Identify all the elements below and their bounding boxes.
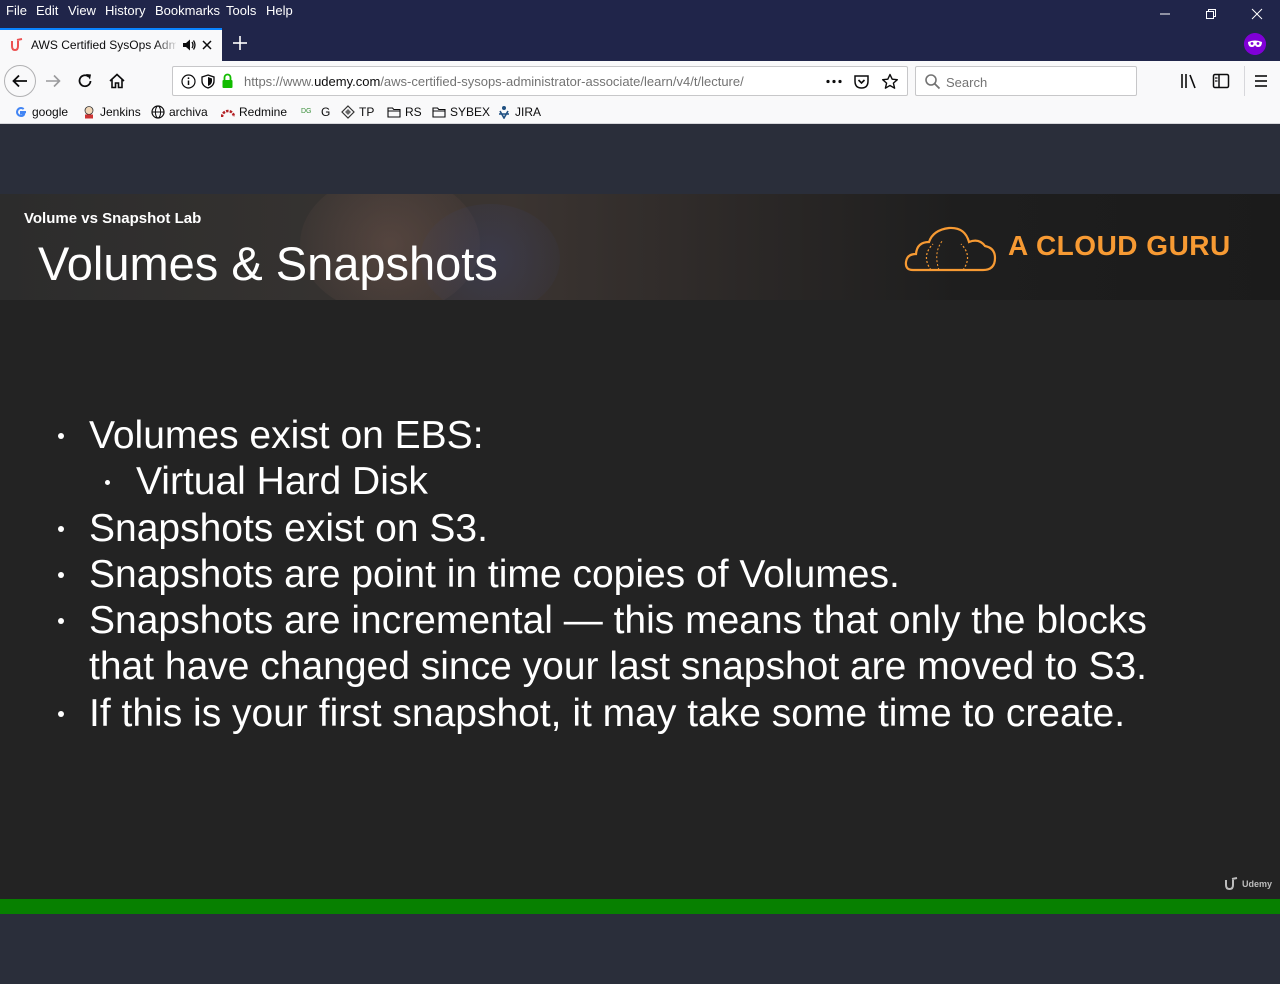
bookmark-rs[interactable]: RS — [387, 103, 422, 121]
sidebar-icon[interactable] — [1212, 72, 1231, 90]
menu-file[interactable]: File — [6, 3, 27, 18]
bullet-dot — [58, 618, 64, 624]
navigation-toolbar: https://www.udemy.com/aws-certified-syso… — [0, 61, 1280, 101]
bullet-dot — [58, 711, 64, 717]
url-domain: udemy.com — [314, 74, 381, 89]
menu-bar: File Edit View History Bookmarks Tools H… — [0, 0, 1280, 25]
url-prefix: https://www. — [244, 74, 315, 89]
tab-udemy-course[interactable]: AWS Certified SysOps Administrator — [0, 28, 222, 61]
bullet-item-continued: that have changed since your last snapsh… — [89, 645, 1147, 688]
private-mask-icon[interactable] — [1244, 33, 1266, 55]
google-icon — [16, 107, 26, 118]
tracking-shield-icon[interactable] — [201, 74, 215, 89]
folder-icon — [432, 107, 446, 118]
diamond-icon — [341, 105, 355, 119]
udemy-icon — [11, 38, 23, 52]
bookmark-label: SYBEX — [450, 105, 491, 119]
url-path: /aws-certified-sysops-administrator-asso… — [380, 74, 744, 89]
bullet-item: Volumes exist on EBS: — [89, 414, 484, 457]
speaker-icon[interactable] — [181, 37, 197, 53]
udemy-logo-icon — [1225, 877, 1238, 891]
bookmark-label: G — [321, 105, 331, 119]
bullet-dot — [58, 526, 64, 532]
url-bar[interactable]: https://www.udemy.com/aws-certified-syso… — [172, 66, 908, 96]
bookmark-redmine[interactable]: Redmine — [221, 103, 287, 121]
url-text[interactable]: https://www.udemy.com/aws-certified-syso… — [244, 74, 790, 89]
bookmark-jenkins[interactable]: Jenkins — [82, 103, 141, 121]
slide-bullets: Volumes exist on EBS: Virtual Hard Disk … — [0, 194, 1280, 899]
bookmark-google[interactable]: google — [14, 103, 68, 121]
bullet-dot — [58, 433, 64, 439]
search-input[interactable] — [946, 73, 1126, 91]
bookmark-label: google — [32, 105, 69, 119]
home-button[interactable] — [102, 66, 132, 96]
video-player[interactable]: Volume vs Snapshot Lab Volumes & Snapsho… — [0, 194, 1280, 899]
dg-icon: DG — [301, 108, 312, 115]
bookmark-tp[interactable]: TP — [341, 103, 374, 121]
reload-button[interactable] — [70, 66, 100, 96]
bookmark-archiva[interactable]: archiva — [151, 103, 208, 121]
watermark-label: Udemy — [1242, 879, 1273, 889]
page-content: Volume vs Snapshot Lab Volumes & Snapsho… — [0, 124, 1280, 984]
close-window-button[interactable] — [1234, 2, 1280, 26]
bookmarks-toolbar: google Jenkins archiva Redmine DG G TP R… — [0, 101, 1280, 124]
folder-icon — [387, 107, 401, 118]
bullet-dot — [105, 480, 110, 485]
bookmark-g[interactable]: DG G — [301, 103, 330, 121]
bookmark-label: archiva — [169, 105, 208, 119]
restore-button[interactable] — [1188, 2, 1234, 26]
lock-icon[interactable] — [221, 73, 234, 89]
tab-strip: AWS Certified SysOps Administrator — [0, 25, 1280, 61]
forward-button[interactable] — [38, 66, 68, 96]
more-actions-icon[interactable] — [825, 74, 843, 89]
bookmark-label: RS — [405, 105, 422, 119]
menu-edit[interactable]: Edit — [36, 3, 58, 18]
toolbar-divider — [1244, 66, 1245, 96]
new-tab-icon[interactable] — [229, 32, 251, 54]
back-button[interactable] — [4, 65, 36, 97]
bullet-item: Snapshots are incremental — this means t… — [89, 599, 1147, 642]
bookmark-sybex[interactable]: SYBEX — [432, 103, 490, 121]
bullet-item: Snapshots are point in time copies of Vo… — [89, 553, 900, 596]
minimize-button[interactable] — [1142, 2, 1188, 26]
redmine-icon — [221, 109, 235, 118]
search-icon — [925, 74, 941, 90]
restore-icon — [1206, 9, 1216, 19]
hamburger-menu-icon[interactable] — [1253, 73, 1269, 89]
jira-icon — [499, 106, 509, 119]
arrow-right-icon — [46, 74, 61, 88]
bullet-item: If this is your first snapshot, it may t… — [89, 692, 1126, 735]
close-tab-icon[interactable] — [200, 37, 214, 53]
search-bar[interactable] — [915, 66, 1137, 96]
reload-icon — [78, 74, 92, 88]
bookmark-label: Jenkins — [100, 105, 141, 119]
bookmark-label: JIRA — [515, 105, 542, 119]
bookmark-label: TP — [359, 105, 375, 119]
jenkins-icon — [84, 106, 94, 119]
bookmark-jira[interactable]: JIRA — [497, 103, 541, 121]
bullet-item: Snapshots exist on S3. — [89, 507, 488, 550]
arrow-left-icon — [12, 74, 27, 88]
video-progress-bar[interactable] — [0, 899, 1280, 914]
globe-icon — [151, 105, 165, 119]
menu-history[interactable]: History — [105, 3, 145, 18]
minimize-icon — [1160, 13, 1170, 15]
home-icon — [109, 73, 125, 89]
tab-title-fade — [155, 34, 179, 56]
info-icon[interactable] — [181, 74, 196, 89]
bookmark-label: Redmine — [239, 105, 288, 119]
bullet-dot — [58, 572, 64, 578]
bullet-subitem: Virtual Hard Disk — [136, 460, 428, 503]
menu-bookmarks[interactable]: Bookmarks — [155, 3, 220, 18]
menu-help[interactable]: Help — [266, 3, 293, 18]
udemy-watermark: Udemy — [1224, 877, 1272, 891]
bookmark-star-icon[interactable] — [881, 73, 899, 90]
close-icon — [1251, 8, 1263, 20]
menu-view[interactable]: View — [68, 3, 96, 18]
pocket-icon[interactable] — [853, 73, 870, 90]
menu-tools[interactable]: Tools — [226, 3, 256, 18]
library-icon[interactable] — [1180, 72, 1199, 90]
